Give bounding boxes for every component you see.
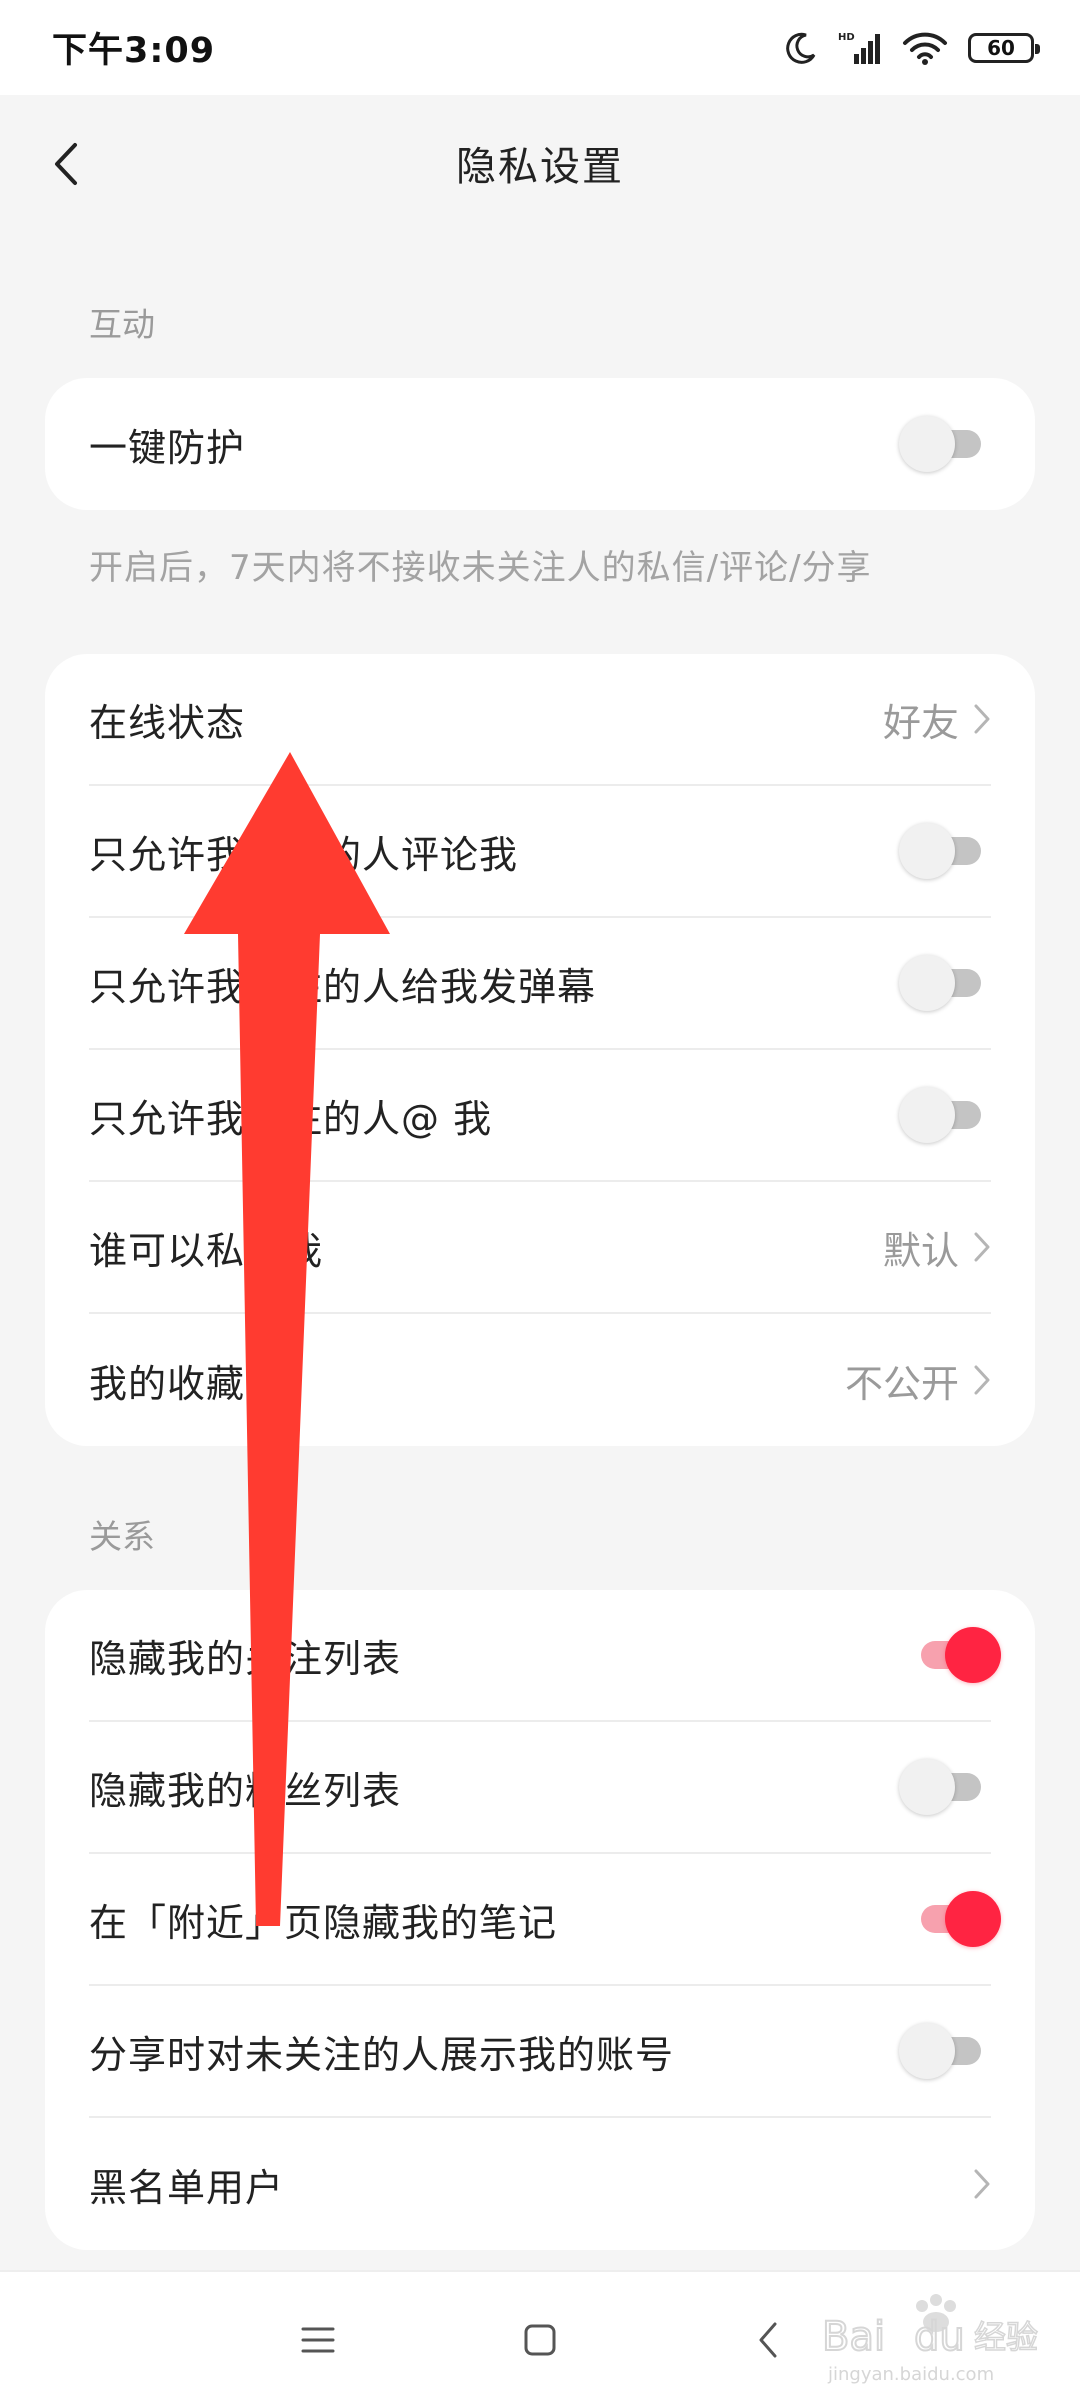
row-show-account-on-share: 分享时对未关注的人展示我的账号: [89, 1986, 991, 2118]
svg-text:经验: 经验: [974, 2318, 1038, 2356]
danmaku-permission-toggle[interactable]: [899, 955, 991, 1011]
page-header: 隐私设置: [0, 95, 1080, 230]
row-right: 好友: [883, 692, 991, 747]
row-comment-permission: 只允许我关注的人评论我: [89, 786, 991, 918]
row-label: 我的收藏: [89, 1361, 246, 1406]
hide-followers-toggle[interactable]: [899, 1759, 991, 1815]
row-right: 默认: [883, 1220, 991, 1275]
row-one-click-protect: 一键防护: [89, 378, 991, 510]
row-my-favorites[interactable]: 我的收藏 不公开: [89, 1314, 991, 1446]
nav-menu-button[interactable]: [288, 2310, 348, 2370]
back-icon: [759, 2322, 777, 2358]
row-label: 一键防护: [89, 425, 246, 470]
protect-toggle[interactable]: [899, 416, 991, 472]
hide-following-toggle[interactable]: [899, 1627, 1001, 1683]
row-message-permission[interactable]: 谁可以私信我 默认: [89, 1182, 991, 1314]
back-button[interactable]: [44, 139, 88, 189]
baidu-jingyan-watermark: Bai du 经验 jingyan.baidu.com: [821, 2292, 1052, 2388]
battery-indicator: 60: [968, 32, 1040, 63]
row-mention-permission: 只允许我关注的人@ 我: [89, 1050, 991, 1182]
row-label: 只允许我关注的人评论我: [89, 832, 519, 877]
relations-card: 隐藏我的关注列表 隐藏我的粉丝列表 在「附近」页隐藏我的笔记 分享时对未关注的人…: [45, 1590, 1035, 2250]
row-right: 不公开: [845, 1353, 991, 1408]
row-right: [959, 2168, 991, 2200]
moon-icon: [784, 31, 818, 65]
menu-icon: [301, 2327, 335, 2353]
row-danmaku-permission: 只允许我关注的人给我发弹幕: [89, 918, 991, 1050]
status-icons: HD 60: [784, 30, 1040, 66]
row-label: 黑名单用户: [89, 2165, 285, 2210]
interaction-card: 在线状态 好友 只允许我关注的人评论我 只允许我关注的人给我发弹幕 只允许我关注…: [45, 654, 1035, 1446]
system-nav-bar: Bai du 经验 jingyan.baidu.com: [0, 2270, 1080, 2400]
chevron-right-icon: [974, 2169, 990, 2199]
svg-text:HD: HD: [838, 32, 855, 43]
row-online-status[interactable]: 在线状态 好友: [89, 654, 991, 786]
chevron-right-icon: [974, 1232, 990, 1262]
row-hide-nearby-notes: 在「附近」页隐藏我的笔记: [89, 1854, 1001, 1986]
protect-hint: 开启后，7天内将不接收未关注人的私信/评论/分享: [89, 548, 872, 588]
row-label: 只允许我关注的人@ 我: [89, 1096, 493, 1141]
svg-text:du: du: [914, 2314, 965, 2360]
row-hide-following: 隐藏我的关注列表: [89, 1590, 1001, 1722]
page-title: 隐私设置: [456, 143, 624, 190]
chevron-right-icon: [974, 1365, 990, 1395]
wifi-icon: [902, 31, 948, 65]
svg-text:Bai: Bai: [822, 2314, 885, 2360]
nav-home-button[interactable]: [510, 2310, 570, 2370]
section-title-relations: 关系: [89, 1517, 155, 1556]
protect-card: 一键防护: [45, 378, 1035, 510]
svg-text:jingyan.baidu.com: jingyan.baidu.com: [827, 2364, 994, 2385]
row-blacklist[interactable]: 黑名单用户: [89, 2118, 991, 2250]
mention-permission-toggle[interactable]: [899, 1087, 991, 1143]
row-label: 分享时对未关注的人展示我的账号: [89, 2032, 675, 2077]
chevron-left-icon: [55, 143, 77, 185]
row-label: 谁可以私信我: [89, 1228, 324, 1273]
row-label: 在「附近」页隐藏我的笔记: [89, 1900, 558, 1945]
row-label: 在线状态: [89, 700, 246, 745]
status-bar: 下午3:09 HD 60: [0, 0, 1080, 95]
row-label: 隐藏我的关注列表: [89, 1636, 402, 1681]
nav-back-button[interactable]: [738, 2310, 798, 2370]
row-label: 隐藏我的粉丝列表: [89, 1768, 402, 1813]
row-label: 只允许我关注的人给我发弹幕: [89, 964, 597, 1009]
chevron-right-icon: [974, 704, 990, 734]
show-account-on-share-toggle[interactable]: [899, 2023, 991, 2079]
signal-icon: HD: [838, 30, 882, 66]
row-value: 不公开: [844, 1361, 959, 1406]
hide-nearby-notes-toggle[interactable]: [899, 1891, 1001, 1947]
row-value: 好友: [882, 700, 959, 745]
status-time: 下午3:09: [52, 31, 216, 71]
comment-permission-toggle[interactable]: [899, 823, 991, 879]
section-title-interaction: 互动: [89, 305, 155, 344]
square-icon: [524, 2324, 556, 2356]
row-value: 默认: [882, 1228, 959, 1273]
row-hide-followers: 隐藏我的粉丝列表: [89, 1722, 991, 1854]
